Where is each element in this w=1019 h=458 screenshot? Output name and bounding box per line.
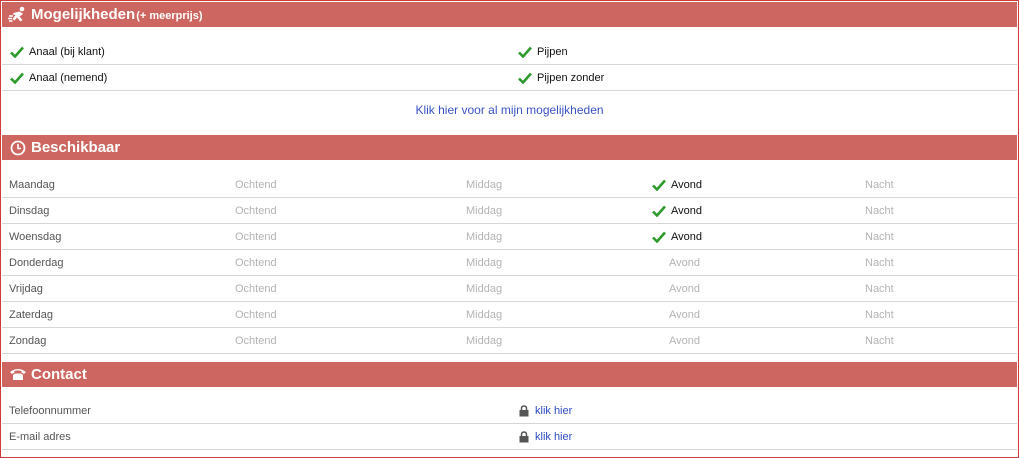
- beschikbaar-title: Beschikbaar: [31, 139, 121, 156]
- day-label: Donderdag: [9, 256, 64, 269]
- avond-slot: Avond: [671, 230, 702, 243]
- mogelijkheid-row: Anaal (nemend) Pijpen zonder: [2, 65, 1017, 91]
- day-label: Woensdag: [9, 230, 62, 243]
- ochtend-slot: Ochtend: [235, 308, 277, 321]
- availability-row: Woensdag Ochtend Middag Avond Nacht: [2, 224, 1017, 250]
- avond-slot: Avond: [669, 282, 700, 295]
- day-label: Zondag: [9, 334, 47, 347]
- middag-slot: Middag: [466, 334, 503, 347]
- ochtend-slot: Ochtend: [235, 230, 277, 243]
- middag-slot: Middag: [466, 204, 503, 217]
- avond-slot: Avond: [671, 204, 702, 217]
- mogelijkheden-header: Mogelijkheden (+ meerprijs): [2, 2, 1017, 27]
- runner-icon: [8, 5, 28, 25]
- all-mogelijkheden-link[interactable]: Klik hier voor al mijn mogelijkheden: [2, 97, 1017, 123]
- middag-slot: Middag: [466, 256, 503, 269]
- avond-slot: Avond: [671, 178, 702, 191]
- nacht-slot: Nacht: [865, 178, 894, 191]
- ochtend-slot: Ochtend: [235, 282, 277, 295]
- nacht-slot: Nacht: [865, 334, 894, 347]
- nacht-slot: Nacht: [865, 204, 894, 217]
- nacht-slot: Nacht: [865, 256, 894, 269]
- checkmark-icon: [518, 46, 532, 58]
- availability-row: Dinsdag Ochtend Middag Avond Nacht: [2, 198, 1017, 224]
- nacht-slot: Nacht: [865, 282, 894, 295]
- middag-slot: Middag: [466, 308, 503, 321]
- lock-icon: [519, 430, 529, 442]
- mogelijkheid-label: Pijpen: [537, 45, 568, 58]
- day-label: Maandag: [9, 178, 55, 191]
- mogelijkheden-subtitle: (+ meerprijs): [136, 10, 203, 22]
- availability-row: Zaterdag Ochtend Middag Avond Nacht: [2, 302, 1017, 328]
- beschikbaar-header: Beschikbaar: [2, 135, 1017, 160]
- availability-row: Zondag Ochtend Middag Avond Nacht: [2, 328, 1017, 354]
- middag-slot: Middag: [466, 230, 503, 243]
- mogelijkheid-label: Anaal (bij klant): [29, 45, 105, 58]
- day-label: Vrijdag: [9, 282, 43, 295]
- ochtend-slot: Ochtend: [235, 204, 277, 217]
- avond-slot: Avond: [669, 256, 700, 269]
- mogelijkheid-label: Anaal (nemend): [29, 71, 108, 84]
- mogelijkheden-title: Mogelijkheden: [31, 6, 136, 23]
- checkmark-icon: [518, 72, 532, 84]
- contact-header: Contact: [2, 362, 1017, 387]
- checkmark-icon: [652, 205, 666, 217]
- avond-slot: Avond: [669, 334, 700, 347]
- checkmark-icon: [10, 46, 24, 58]
- nacht-slot: Nacht: [865, 308, 894, 321]
- ochtend-slot: Ochtend: [235, 178, 277, 191]
- avond-slot: Avond: [669, 308, 700, 321]
- middag-slot: Middag: [466, 178, 503, 191]
- contact-row: Telefoonnummer klik hier: [2, 398, 1017, 424]
- nacht-slot: Nacht: [865, 230, 894, 243]
- clock-icon: [8, 138, 28, 158]
- profile-panel: Mogelijkheden (+ meerprijs) Anaal (bij k…: [0, 0, 1019, 458]
- contact-label: Telefoonnummer: [9, 404, 91, 417]
- availability-row: Maandag Ochtend Middag Avond Nacht: [2, 172, 1017, 198]
- email-reveal-link[interactable]: klik hier: [535, 431, 572, 443]
- telephone-icon: [8, 365, 28, 385]
- contact-title: Contact: [31, 366, 87, 383]
- lock-icon: [519, 404, 529, 416]
- ochtend-slot: Ochtend: [235, 256, 277, 269]
- day-label: Dinsdag: [9, 204, 50, 217]
- ochtend-slot: Ochtend: [235, 334, 277, 347]
- contact-label: E-mail adres: [9, 430, 71, 443]
- checkmark-icon: [10, 72, 24, 84]
- availability-row: Vrijdag Ochtend Middag Avond Nacht: [2, 276, 1017, 302]
- checkmark-icon: [652, 231, 666, 243]
- contact-row: E-mail adres klik hier: [2, 424, 1017, 450]
- mogelijkheid-row: Anaal (bij klant) Pijpen: [2, 39, 1017, 65]
- mogelijkheid-label: Pijpen zonder: [537, 71, 605, 84]
- middag-slot: Middag: [466, 282, 503, 295]
- phone-reveal-link[interactable]: klik hier: [535, 405, 572, 417]
- day-label: Zaterdag: [9, 308, 54, 321]
- availability-row: Donderdag Ochtend Middag Avond Nacht: [2, 250, 1017, 276]
- checkmark-icon: [652, 179, 666, 191]
